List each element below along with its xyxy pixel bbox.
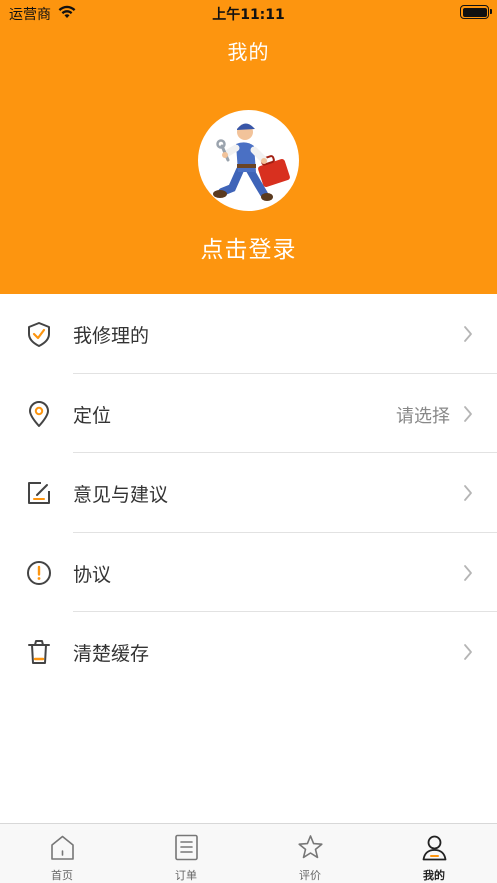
tab-label: 首页 bbox=[51, 869, 73, 882]
menu-item-feedback[interactable]: 意见与建议 bbox=[0, 453, 497, 533]
chevron-right-icon bbox=[464, 564, 472, 581]
chevron-right-icon bbox=[464, 326, 472, 342]
menu-item-my-repairs[interactable]: 我修理的 bbox=[0, 294, 497, 374]
profile-header: 运营商 上午11:11 我的 点击登录 bbox=[0, 0, 497, 294]
tab-label: 评价 bbox=[299, 869, 321, 882]
mechanic-avatar-icon bbox=[213, 123, 290, 201]
shield-check-icon bbox=[28, 322, 50, 347]
home-icon bbox=[51, 835, 74, 860]
status-bar: 运营商 上午11:11 bbox=[0, 0, 497, 26]
settings-menu: 我修理的 定位 请选择 意见与建议 协议 清楚缓存 bbox=[0, 294, 497, 692]
menu-item-label: 清楚缓存 bbox=[73, 643, 150, 665]
menu-item-label: 定位 bbox=[73, 404, 112, 427]
battery-icon bbox=[460, 5, 492, 19]
clock-label: 上午11:11 bbox=[212, 7, 285, 23]
chevron-right-icon bbox=[464, 485, 472, 501]
chevron-right-icon bbox=[464, 405, 472, 422]
tab-label: 我的 bbox=[423, 869, 445, 882]
tab-home[interactable]: 首页 bbox=[0, 824, 124, 883]
edit-note-icon bbox=[28, 482, 50, 504]
trash-icon bbox=[28, 640, 50, 664]
tab-profile[interactable]: 我的 bbox=[372, 824, 496, 883]
tab-orders[interactable]: 订单 bbox=[124, 824, 248, 883]
chevron-right-icon bbox=[464, 644, 472, 660]
menu-item-label: 我修理的 bbox=[73, 325, 150, 347]
star-icon bbox=[298, 835, 323, 859]
tab-bar: 首页 订单 评价 我的 bbox=[0, 823, 497, 883]
exclamation-circle-icon bbox=[27, 560, 51, 585]
login-link[interactable]: 点击登录 bbox=[0, 230, 497, 264]
screen: 运营商 上午11:11 我的 点击登录 我修理的 定位 请选择 意见与建议 协议… bbox=[0, 0, 497, 883]
location-value: 请选择 bbox=[396, 405, 450, 427]
menu-item-agreement[interactable]: 协议 bbox=[0, 533, 497, 612]
menu-item-label: 协议 bbox=[73, 563, 112, 586]
menu-item-clear-cache[interactable]: 清楚缓存 bbox=[0, 612, 497, 692]
page-title: 我的 bbox=[227, 40, 270, 64]
tab-label: 订单 bbox=[175, 869, 197, 882]
menu-item-location[interactable]: 定位 请选择 bbox=[0, 374, 497, 453]
document-icon bbox=[175, 834, 198, 861]
location-pin-icon bbox=[29, 400, 49, 427]
avatar[interactable] bbox=[198, 110, 299, 211]
user-icon bbox=[422, 835, 447, 861]
menu-item-label: 意见与建议 bbox=[73, 484, 169, 506]
tab-reviews[interactable]: 评价 bbox=[248, 824, 372, 883]
